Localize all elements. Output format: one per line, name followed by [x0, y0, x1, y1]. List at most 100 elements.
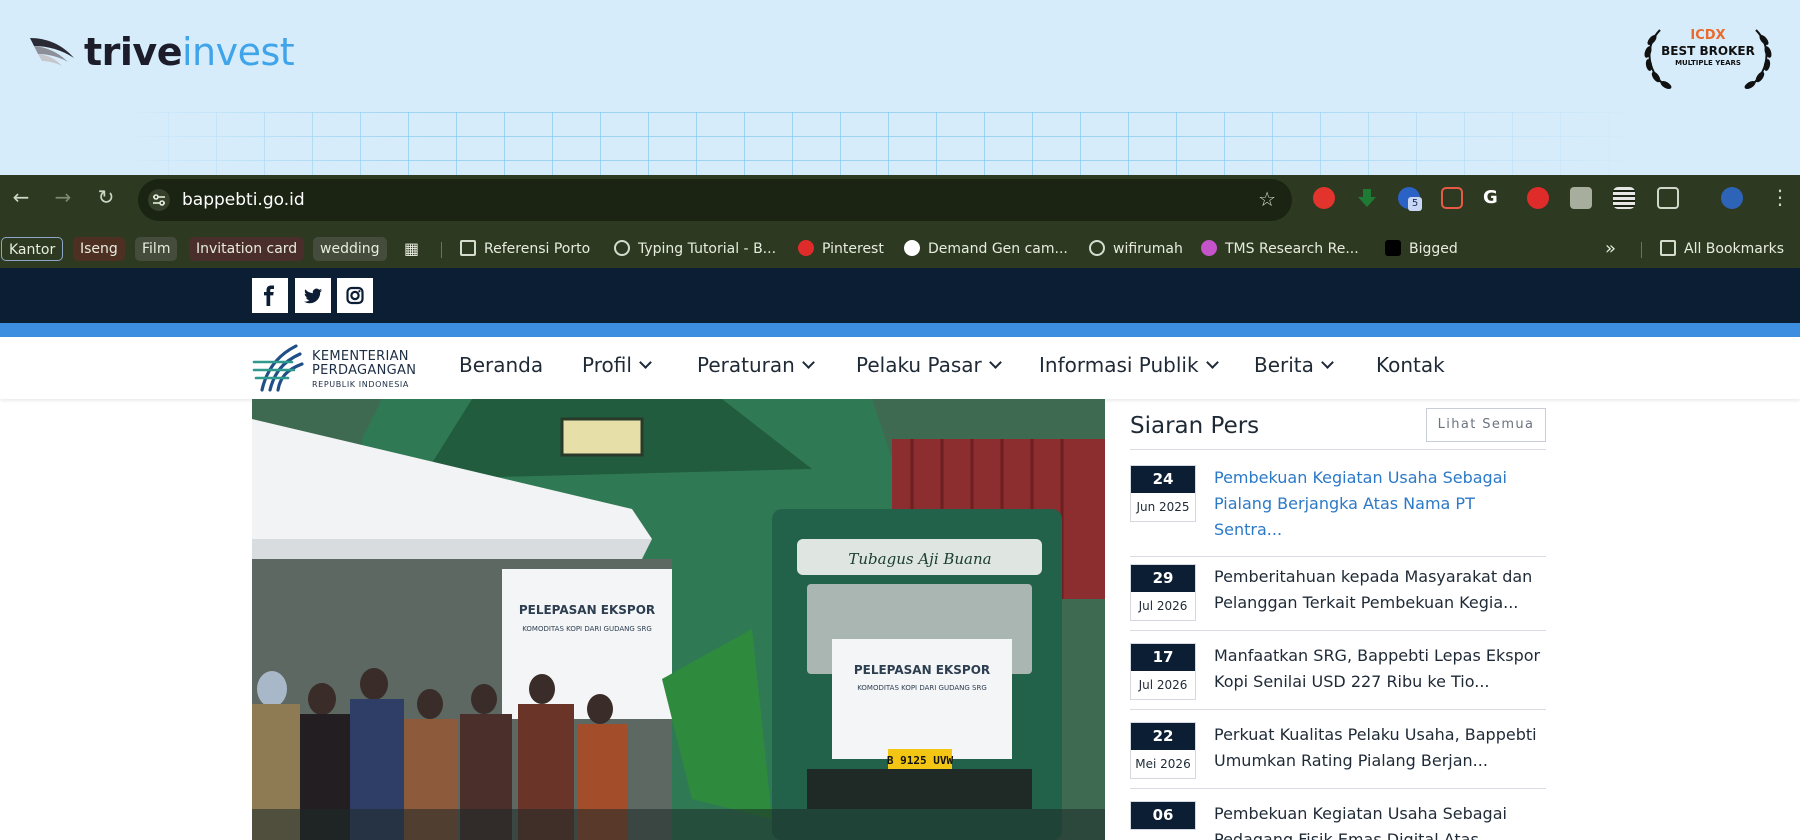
grammarly-extension-icon[interactable]: G — [1483, 187, 1505, 209]
event-banner-subtitle: KOMODITAS KOPI DARI GUDANG SRG — [522, 625, 652, 633]
press-item-divider — [1130, 556, 1546, 557]
nav-label: Informasi Publik — [1039, 353, 1199, 377]
nav-label: Kontak — [1376, 353, 1445, 377]
brand-trive: trive — [84, 30, 182, 74]
bookmark-chip-film[interactable]: Film — [135, 237, 178, 261]
bookmark-wifirumah[interactable]: wifirumah — [1089, 237, 1183, 261]
banner-grid-decoration — [120, 112, 1640, 175]
extensions-puzzle-icon[interactable] — [1657, 187, 1679, 209]
date-day: 06 — [1131, 802, 1195, 829]
date-badge: 06 — [1130, 801, 1196, 830]
bookmarks-bar: Kantor Iseng Film Invitation card weddin… — [0, 230, 1800, 268]
instagram-icon[interactable] — [337, 278, 373, 313]
truck-banner-subtitle: KOMODITAS KOPI DARI GUDANG SRG — [857, 684, 987, 692]
press-title-divider — [1130, 449, 1546, 450]
bookmark-chip-invitation-card[interactable]: Invitation card — [189, 237, 305, 261]
tab-manager-extension-icon[interactable] — [1613, 187, 1635, 209]
pinterest-extension-icon[interactable] — [1527, 187, 1549, 209]
facebook-icon[interactable] — [252, 278, 288, 313]
press-item-link[interactable]: Manfaatkan SRG, Bappebti Lepas Ekspor Ko… — [1214, 643, 1546, 695]
nav-berita[interactable]: Berita — [1254, 353, 1334, 377]
chrome-menu-icon[interactable]: ⋮ — [1770, 185, 1790, 209]
vidiq-extension-icon[interactable]: 5 — [1398, 187, 1422, 211]
kemendag-name: KEMENTERIAN PERDAGANGAN — [312, 350, 416, 378]
nav-peraturan[interactable]: Peraturan — [697, 353, 815, 377]
chevron-down-icon — [1205, 356, 1219, 369]
see-all-button[interactable]: Lihat Semua — [1426, 408, 1546, 442]
award-title: BEST BROKER — [1661, 44, 1755, 58]
site-settings-icon[interactable] — [148, 189, 170, 211]
bookmark-chip-iseng[interactable]: Iseng — [73, 237, 125, 261]
bookmark-tms-research[interactable]: TMS Research Re... — [1201, 237, 1359, 261]
date-badge: 24 Jun 2025 — [1130, 465, 1196, 522]
pdf-extension-icon[interactable] — [1441, 187, 1463, 209]
bookmark-label: Demand Gen cam... — [928, 241, 1068, 257]
date-month: Jul 2026 — [1138, 599, 1188, 613]
bookmark-label: Referensi Porto — [484, 241, 591, 257]
google-icon — [904, 240, 920, 256]
nav-profil[interactable]: Profil — [582, 353, 652, 377]
profile-avatar[interactable] — [1721, 187, 1743, 209]
award-subtitle: MULTIPLE YEARS — [1675, 59, 1741, 67]
globe-icon — [1089, 240, 1105, 256]
bookmark-demand-gen[interactable]: Demand Gen cam... — [904, 237, 1068, 261]
truck-name-text: Tubagus Aji Buana — [848, 550, 991, 568]
date-badge: 29 Jul 2026 — [1130, 564, 1196, 621]
press-release-title: Siaran Pers — [1130, 413, 1260, 439]
kemendag-logo[interactable]: KEMENTERIAN PERDAGANGAN REPUBLIK INDONES… — [252, 342, 424, 392]
press-item-link[interactable]: Pemberitahuan kepada Masyarakat dan Pela… — [1214, 564, 1546, 616]
nav-beranda[interactable]: Beranda — [459, 353, 543, 377]
download-extension-icon[interactable] — [1356, 187, 1378, 209]
press-item-link[interactable]: Perkuat Kualitas Pelaku Usaha, Bappebti … — [1214, 722, 1546, 774]
award-badge: ICDX BEST BROKER MULTIPLE YEARS — [1638, 22, 1778, 94]
apps-grid-icon[interactable]: ▦ — [404, 237, 419, 261]
nav-informasi-publik[interactable]: Informasi Publik — [1039, 353, 1219, 377]
bookmark-pinterest[interactable]: Pinterest — [798, 237, 884, 261]
date-badge: 17 Jul 2026 — [1130, 643, 1196, 700]
reload-icon[interactable]: ↻ — [94, 185, 118, 209]
bookmark-referensi-porto[interactable]: Referensi Porto — [460, 237, 590, 261]
bookmark-typing-tutorial[interactable]: Typing Tutorial - B... — [614, 237, 776, 261]
date-badge: 22 Mei 2026 — [1130, 722, 1196, 779]
press-item-link[interactable]: Pembekuan Kegiatan Usaha Sebagai Pialang… — [1214, 465, 1546, 543]
all-bookmarks[interactable]: All Bookmarks — [1660, 237, 1784, 261]
bookmark-chip-wedding[interactable]: wedding — [313, 237, 387, 261]
bookmark-label: Pinterest — [822, 241, 884, 257]
browser-toolbar: ← → ↻ bappebti.go.id ☆ 5 G ⋮ Kantor Isen… — [0, 175, 1800, 268]
chevron-down-icon — [801, 356, 815, 369]
bookmark-label: Bigged — [1409, 241, 1458, 257]
nav-label: Pelaku Pasar — [856, 353, 982, 377]
bookmark-bigged[interactable]: Bigged — [1385, 237, 1458, 261]
date-day: 29 — [1131, 565, 1195, 592]
bookmark-chip-kantor[interactable]: Kantor — [1, 237, 64, 261]
twitter-icon[interactable] — [295, 278, 331, 313]
bookmark-star-icon[interactable]: ☆ — [1258, 187, 1276, 211]
bookmark-label: wifirumah — [1113, 241, 1183, 257]
address-bar[interactable]: bappebti.go.id ☆ — [138, 179, 1292, 221]
press-item-divider — [1130, 630, 1546, 631]
back-icon[interactable]: ← — [9, 185, 33, 209]
date-day: 22 — [1131, 723, 1195, 750]
hero-photo[interactable]: PELEPASAN EKSPOR KOMODITAS KOPI DARI GUD… — [252, 399, 1105, 840]
more-bookmarks-icon[interactable]: » — [1605, 237, 1616, 261]
press-item-divider — [1130, 709, 1546, 710]
date-day: 24 — [1131, 466, 1195, 493]
nav-kontak[interactable]: Kontak — [1376, 353, 1445, 377]
nav-pelaku-pasar[interactable]: Pelaku Pasar — [856, 353, 1002, 377]
press-item-link[interactable]: Pembekuan Kegiatan Usaha Sebagai Pedagan… — [1214, 801, 1546, 840]
forward-icon[interactable]: → — [51, 185, 75, 209]
event-banner-title: PELEPASAN EKSPOR — [519, 603, 655, 617]
nav-label: Profil — [582, 353, 632, 377]
bookmark-label: Typing Tutorial - B... — [638, 241, 777, 257]
ad-banner[interactable]: triveinvest ICDX BEST BROKER MULTIPLE YE… — [0, 0, 1800, 175]
truck-banner-title: PELEPASAN EKSPOR — [854, 663, 990, 677]
tms-icon — [1201, 240, 1217, 256]
main-navbar: KEMENTERIAN PERDAGANGAN REPUBLIK INDONES… — [0, 337, 1800, 399]
nav-label: Beranda — [459, 353, 544, 377]
press-release-panel: Siaran Pers Lihat Semua 24 Jun 2025 Pemb… — [1130, 399, 1546, 840]
press-item-divider — [1130, 788, 1546, 789]
screenshot-extension-icon[interactable] — [1570, 187, 1592, 209]
all-bookmarks-label: All Bookmarks — [1684, 241, 1785, 257]
adblock-extension-icon[interactable] — [1313, 187, 1335, 209]
folder-icon — [1660, 240, 1676, 256]
